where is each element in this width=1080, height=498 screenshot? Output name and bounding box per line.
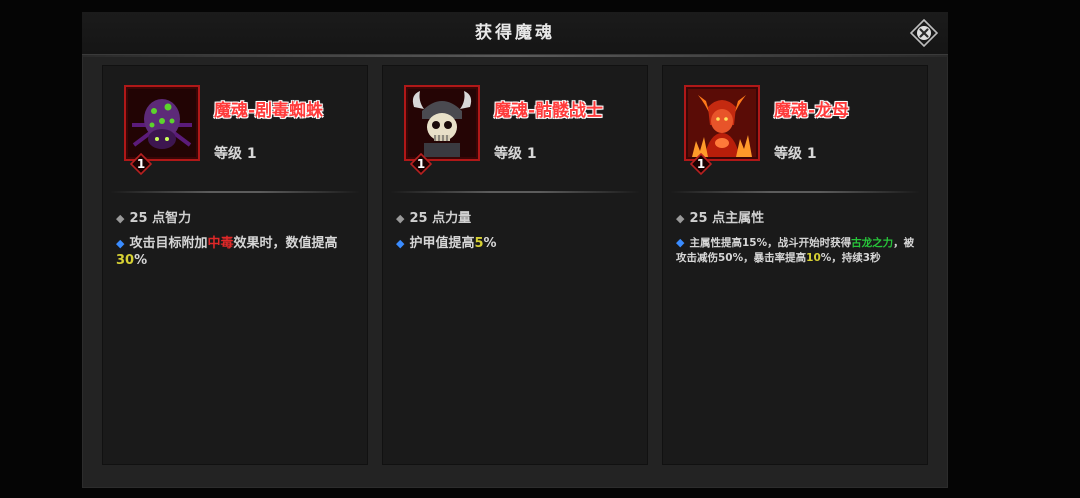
blue-diamond-bullet-icon: ◆: [676, 236, 685, 249]
effect-part: %: [483, 236, 497, 251]
effect-value: 30: [116, 253, 135, 268]
header-divider: [82, 55, 948, 57]
close-icon[interactable]: [910, 19, 938, 47]
dragon-mother-icon: [684, 85, 760, 161]
level-badge-number: 1: [696, 157, 706, 171]
blue-diamond-bullet-icon: ◆: [396, 237, 405, 250]
effect-text: ◆ 攻击目标附加中毒效果时，数值提高 30%: [116, 235, 356, 269]
soul-name: 魔魂-剧毒蜘蛛: [214, 101, 324, 121]
card-divider: [670, 191, 920, 193]
stat-line: ◆ 25 点智力: [116, 207, 191, 226]
soul-name: 魔魂-龙母: [774, 101, 850, 121]
effect-value: 5: [474, 236, 484, 251]
blue-diamond-bullet-icon: ◆: [116, 237, 125, 250]
dialog-title: 获得魔魂: [475, 23, 555, 43]
effect-part: 护甲值提高: [409, 236, 475, 251]
stat-text: 25 点主属性: [689, 211, 765, 226]
stat-line: ◆ 25 点主属性: [676, 207, 764, 226]
card-divider: [110, 191, 360, 193]
soul-card-dragon-mother[interactable]: 1 魔魂-龙母 等级 1 ◆ 25 点主属性 ◆ 主属性提高15%，战斗开始时获得古…: [662, 65, 928, 465]
effect-keyword-ancient-dragon: 古龙之力: [851, 237, 894, 249]
gray-diamond-bullet-icon: ◆: [396, 212, 405, 225]
soul-level: 等级 1: [214, 146, 257, 162]
soul-card-skeleton-warrior[interactable]: 1 魔魂-骷髅战士 等级 1 ◆ 25 点力量 ◆ 护甲值提高5%: [382, 65, 648, 465]
gray-diamond-bullet-icon: ◆: [116, 212, 125, 225]
effect-text: ◆ 主属性提高15%，战斗开始时获得古龙之力，被攻击减伤50%，暴击率提高10%，…: [676, 235, 920, 266]
poison-spider-icon: [124, 85, 200, 161]
soul-name: 魔魂-骷髅战士: [494, 101, 604, 121]
soul-level: 等级 1: [494, 146, 537, 162]
skeleton-warrior-icon: [404, 85, 480, 161]
stat-text: 25 点智力: [129, 211, 192, 226]
effect-value: 10: [806, 252, 821, 264]
stat-text: 25 点力量: [409, 211, 472, 226]
effect-part: 效果时，数值提高: [233, 236, 338, 251]
stat-line: ◆ 25 点力量: [396, 207, 471, 226]
gray-diamond-bullet-icon: ◆: [676, 212, 685, 225]
level-badge-number: 1: [416, 157, 426, 171]
effect-part: %: [134, 253, 148, 268]
effect-text: ◆ 护甲值提高5%: [396, 235, 636, 252]
card-divider: [390, 191, 640, 193]
soul-reward-dialog: 获得魔魂 1 魔魂-剧毒蜘蛛 等级 1 ◆ 25 点智力 ◆ 攻击目标附加中毒效…: [82, 12, 948, 488]
effect-part: 攻击目标附加: [129, 236, 208, 251]
soul-card-poison-spider[interactable]: 1 魔魂-剧毒蜘蛛 等级 1 ◆ 25 点智力 ◆ 攻击目标附加中毒效果时，数值提高…: [102, 65, 368, 465]
effect-part: %，持续3秒: [820, 252, 881, 264]
effect-keyword-poison: 中毒: [207, 236, 234, 251]
level-badge-number: 1: [136, 157, 146, 171]
effect-part: 主属性提高15%，战斗开始时获得: [689, 237, 852, 249]
soul-level: 等级 1: [774, 146, 817, 162]
